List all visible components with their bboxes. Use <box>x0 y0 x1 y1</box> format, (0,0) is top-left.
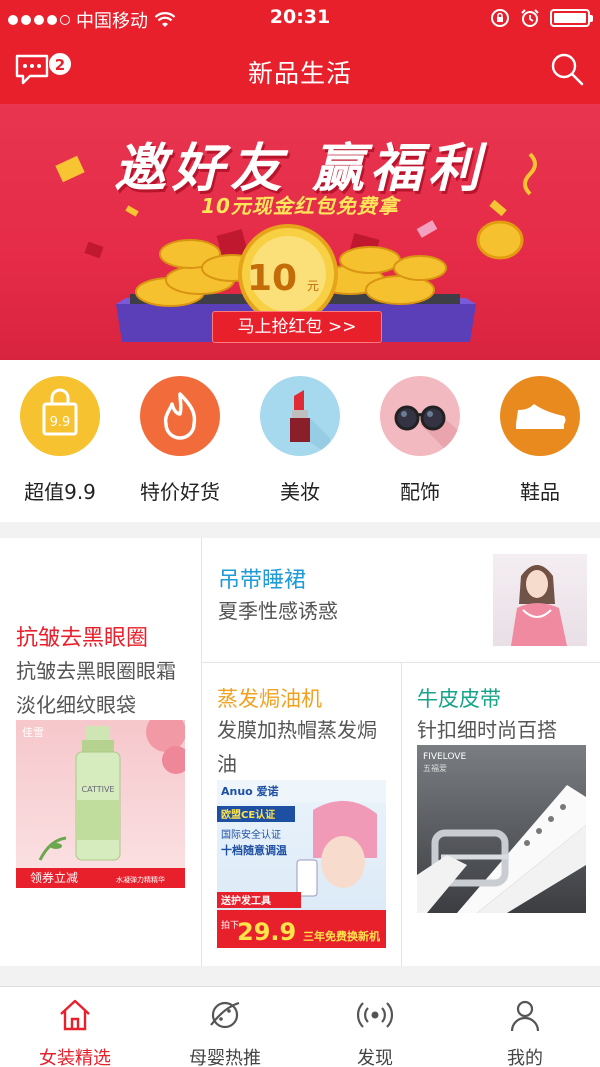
product-description: 针扣细时尚百搭 <box>417 718 557 742</box>
product-title: 吊带睡裙 <box>218 568 307 593</box>
sneaker-icon <box>500 376 580 456</box>
image-brand: FIVELOVE <box>423 752 466 762</box>
coin-unit: 元 <box>307 279 319 293</box>
coupon-label: 领券立减 <box>30 870 78 885</box>
search-button[interactable] <box>550 52 586 88</box>
tab-mother-baby[interactable]: 母婴热推 <box>150 997 300 1067</box>
price-value: 29.9 <box>237 918 296 946</box>
product-title: 蒸发焗油机 <box>217 687 322 711</box>
category-row: 9.9 超值9.9 特价好货 美妆 配饰 鞋品 <box>0 360 600 522</box>
promo-banner[interactable]: 10 元 邀好友 赢福利 10元现金红包免费拿 马上抢红包 >> <box>0 104 600 360</box>
tab-me[interactable]: 我的 <box>450 997 600 1067</box>
category-label: 鞋品 <box>520 480 560 504</box>
tab-label: 母婴热推 <box>189 1048 261 1067</box>
status-icons <box>490 8 593 28</box>
flame-icon <box>140 376 220 456</box>
tab-label: 我的 <box>507 1048 543 1067</box>
bottle-brand: CATTIVE <box>82 785 115 794</box>
user-icon <box>510 1000 540 1032</box>
image-brand: 佳雪 <box>22 725 44 739</box>
tab-discover[interactable]: 发现 <box>300 997 450 1067</box>
category-label: 特价好货 <box>140 480 220 504</box>
planet-icon <box>210 1001 240 1029</box>
product-image-hair-steamer: Anuo 爱诺 欧盟CE认证 国际安全认证 十档随意调温 送护发工具 拍下 29… <box>217 780 386 948</box>
search-icon <box>551 53 584 86</box>
image-brand: Anuo 爱诺 <box>221 784 279 798</box>
sunglasses-icon <box>380 376 460 456</box>
cert-label: 欧盟CE认证 <box>221 808 275 821</box>
product-description: 抗皱去黑眼圈眼霜淡化细纹眼袋 <box>16 659 176 717</box>
promo-label: 送护发工具 <box>220 894 271 907</box>
image-brand-cn: 五福爱 <box>423 764 447 773</box>
category-value-9-9[interactable]: 9.9 超值9.9 <box>0 376 120 505</box>
product-image-leather-belt: FIVELOVE 五福爱 <box>417 745 586 913</box>
status-bar: 中国移动 20:31 <box>0 0 600 38</box>
alarm-icon <box>521 9 539 27</box>
category-accessories[interactable]: 配饰 <box>360 376 480 505</box>
nav-bar: 2 新品生活 <box>0 38 600 104</box>
product-card-leather-belt[interactable]: 牛皮皮带 针扣细时尚百搭 FIVELOVE 五福爱 <box>402 663 600 966</box>
product-grid: 抗皱去黑眼圈 抗皱去黑眼圈眼霜淡化细纹眼袋 CATTIVE 佳雪 领券立减 水凝… <box>0 538 600 966</box>
tab-label: 女装精选 <box>39 1048 111 1067</box>
battery-icon <box>550 9 593 27</box>
product-image-nightdress <box>493 554 587 646</box>
lipstick-icon <box>260 376 340 456</box>
product-image-eye-cream: CATTIVE 佳雪 领券立减 水凝弹力精精华 <box>16 720 185 888</box>
category-label: 美妆 <box>280 480 320 504</box>
app-screen: 中国移动 20:31 2 新品生活 10 元 邀好友 赢福利 10元现金红包免费… <box>0 0 600 1067</box>
product-title: 抗皱去黑眼圈 <box>16 626 149 651</box>
image-line-1: 国际安全认证 <box>221 828 281 841</box>
shopping-bag-icon: 9.9 <box>20 376 100 456</box>
category-beauty[interactable]: 美妆 <box>240 376 360 505</box>
tab-womens-picks[interactable]: 女装精选 <box>0 997 150 1067</box>
tab-bar: 女装精选 母婴热推 发现 我的 <box>0 986 600 1067</box>
product-card-nightdress[interactable]: 吊带睡裙 夏季性感诱惑 <box>202 538 600 662</box>
category-label: 配饰 <box>400 480 440 504</box>
image-line-2: 十档随意调温 <box>221 843 287 857</box>
product-title: 牛皮皮带 <box>417 687 501 711</box>
image-caption: 水凝弹力精精华 <box>116 875 165 884</box>
home-icon <box>60 999 90 1031</box>
rotation-lock-icon <box>491 9 509 27</box>
product-description: 夏季性感诱惑 <box>218 599 338 623</box>
bag-price-text: 9.9 <box>50 415 71 430</box>
banner-subline: 10元现金红包免费拿 <box>201 194 399 218</box>
product-card-eye-cream[interactable]: 抗皱去黑眼圈 抗皱去黑眼圈眼霜淡化细纹眼袋 CATTIVE 佳雪 领券立减 水凝… <box>0 538 201 966</box>
category-label: 超值9.9 <box>24 480 96 504</box>
grab-red-packet-button[interactable]: 马上抢红包 >> <box>212 311 382 343</box>
category-shoes[interactable]: 鞋品 <box>480 376 600 505</box>
product-description: 发膜加热帽蒸发焗油 <box>217 718 377 776</box>
tab-label: 发现 <box>357 1048 393 1067</box>
warranty-label: 三年免费换新机 <box>303 929 380 943</box>
coin-amount: 10 <box>247 258 297 299</box>
category-special-offers[interactable]: 特价好货 <box>120 376 240 505</box>
broadcast-icon <box>356 1002 394 1028</box>
page-title: 新品生活 <box>247 59 352 88</box>
product-card-hair-steamer[interactable]: 蒸发焗油机 发膜加热帽蒸发焗油 Anuo 爱诺 欧盟CE认证 国际安全认证 十档… <box>202 663 401 966</box>
